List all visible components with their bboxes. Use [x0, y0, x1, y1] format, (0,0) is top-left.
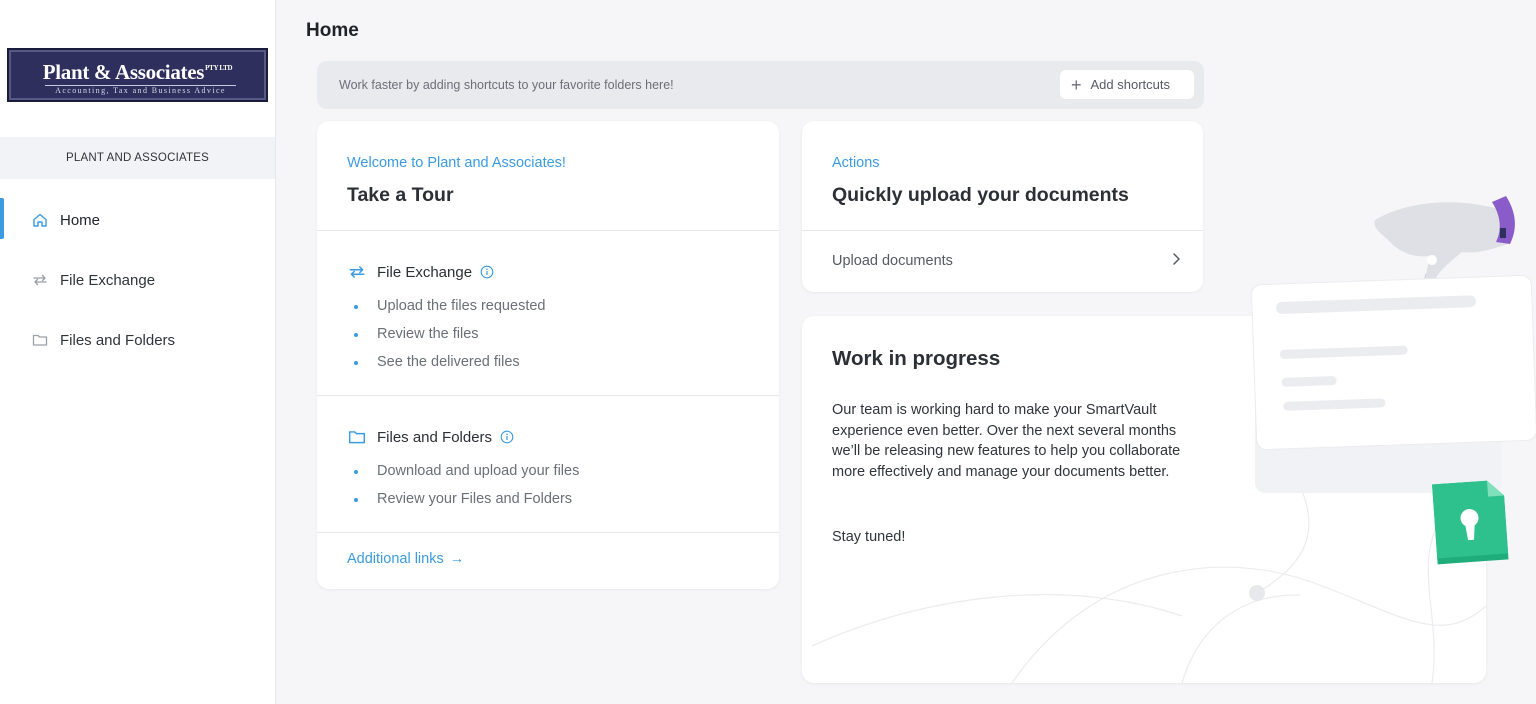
arrow-right-icon: → — [449, 551, 465, 567]
list-item: Download and upload your files — [347, 463, 579, 491]
divider — [317, 395, 779, 396]
tour-section-file-exchange: File Exchange — [347, 262, 494, 282]
plus-icon: + — [1071, 74, 1082, 95]
sidebar-item-file-exchange[interactable]: File Exchange — [0, 250, 275, 310]
tour-eyebrow: Welcome to Plant and Associates! — [347, 155, 566, 171]
sidebar: Plant & AssociatesPTY LTD Accounting, Ta… — [0, 0, 276, 704]
company-logo[interactable]: Plant & AssociatesPTY LTD Accounting, Ta… — [7, 48, 268, 102]
shortcuts-message: Work faster by adding shortcuts to your … — [339, 78, 674, 92]
actions-card: Actions Quickly upload your documents Up… — [802, 121, 1203, 292]
sidebar-nav: Home File Exchange Files and Folders — [0, 190, 275, 370]
home-icon — [31, 211, 49, 229]
add-shortcuts-label: Add shortcuts — [1090, 77, 1171, 92]
divider — [317, 532, 779, 533]
chevron-right-icon — [1171, 252, 1181, 270]
upload-documents-button[interactable]: Upload documents — [802, 231, 1203, 291]
logo-name: Plant & Associates — [42, 60, 205, 84]
wip-footer: Stay tuned! — [832, 529, 906, 545]
file-exchange-list: Upload the files requested Review the fi… — [347, 298, 545, 382]
folder-icon — [31, 331, 49, 349]
organization-name: PLANT AND ASSOCIATES — [0, 137, 275, 179]
folder-icon — [347, 427, 367, 447]
logo-superscript: PTY LTD — [205, 64, 233, 72]
info-icon[interactable] — [500, 430, 514, 444]
divider — [317, 230, 779, 231]
upload-documents-label: Upload documents — [832, 253, 953, 269]
wip-body: Our team is working hard to make your Sm… — [832, 402, 1181, 480]
section-title: Files and Folders — [377, 428, 493, 446]
section-title: File Exchange — [377, 263, 473, 281]
list-item: Review your Files and Folders — [347, 491, 579, 519]
files-and-folders-list: Download and upload your files Review yo… — [347, 463, 579, 519]
list-item: Upload the files requested — [347, 298, 545, 326]
wip-title: Work in progress — [832, 347, 1001, 370]
tour-title: Take a Tour — [347, 184, 454, 206]
sidebar-item-files-and-folders[interactable]: Files and Folders — [0, 310, 275, 370]
upload-illustration — [1240, 190, 1536, 580]
add-shortcuts-button[interactable]: + Add shortcuts — [1060, 70, 1194, 99]
sidebar-item-home[interactable]: Home — [0, 190, 275, 250]
page-title: Home — [306, 20, 359, 41]
sidebar-item-label: Files and Folders — [60, 331, 176, 349]
actions-title: Quickly upload your documents — [832, 184, 1129, 206]
additional-links-label: Additional links — [347, 551, 444, 567]
sidebar-item-label: Home — [60, 211, 101, 229]
actions-eyebrow: Actions — [832, 155, 880, 171]
take-a-tour-card: Welcome to Plant and Associates! Take a … — [317, 121, 779, 589]
sidebar-item-label: File Exchange — [60, 271, 156, 289]
list-item: Review the files — [347, 326, 545, 354]
additional-links-link[interactable]: Additional links → — [347, 551, 464, 567]
tour-section-files-and-folders: Files and Folders — [347, 427, 514, 447]
list-item: See the delivered files — [347, 354, 545, 382]
exchange-icon — [31, 271, 49, 289]
info-icon[interactable] — [480, 265, 494, 279]
logo-tagline: Accounting, Tax and Business Advice — [45, 85, 236, 95]
exchange-icon — [347, 262, 367, 282]
